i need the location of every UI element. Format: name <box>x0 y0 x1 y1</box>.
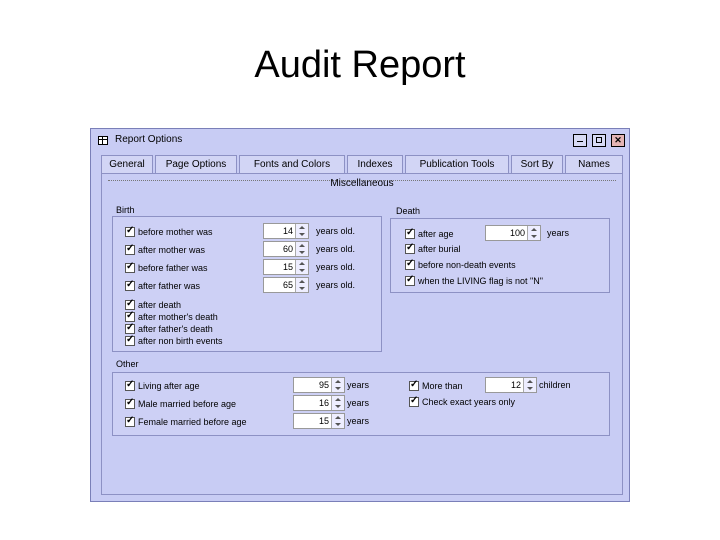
spinner-arrows-icon[interactable] <box>331 414 344 428</box>
before-mother-value: 14 <box>282 226 293 236</box>
before-non-death-events-checkbox[interactable] <box>405 258 415 270</box>
before-mother-spinner[interactable]: 14 <box>263 223 309 239</box>
tab-indexes[interactable]: Indexes <box>347 155 403 173</box>
window-title: Report Options <box>115 134 183 145</box>
other-group-label: Other <box>116 359 139 369</box>
spinner-arrows-icon[interactable] <box>331 396 344 410</box>
other-group: Living after age 95 years Male married b… <box>112 372 610 436</box>
panel-title: Miscellaneous <box>330 178 394 189</box>
close-button[interactable]: ✕ <box>611 134 625 147</box>
after-mother-value: 60 <box>282 244 293 254</box>
tab-publication-tools[interactable]: Publication Tools <box>405 155 509 173</box>
after-mother-spinner[interactable]: 60 <box>263 241 309 257</box>
after-age-unit: years <box>547 228 570 238</box>
after-father-unit: years old. <box>316 280 356 290</box>
tab-general[interactable]: General <box>101 155 153 173</box>
after-fathers-death-label: after father's death <box>138 324 213 334</box>
minimize-button[interactable] <box>573 134 587 147</box>
before-father-spinner[interactable]: 15 <box>263 259 309 275</box>
after-mothers-death-label: after mother's death <box>138 312 218 322</box>
before-mother-checkbox[interactable] <box>125 225 135 237</box>
after-mother-label: after mother was <box>138 245 206 255</box>
after-age-spinner[interactable]: 100 <box>485 225 541 241</box>
after-fathers-death-checkbox[interactable] <box>125 322 135 334</box>
more-than-label: More than <box>422 381 463 391</box>
after-burial-label: after burial <box>418 244 461 254</box>
female-married-spinner[interactable]: 15 <box>293 413 345 429</box>
spinner-arrows-icon[interactable] <box>295 224 308 238</box>
living-after-age-label: Living after age <box>138 381 200 391</box>
before-mother-label: before mother was <box>138 227 213 237</box>
after-mother-unit: years old. <box>316 244 356 254</box>
more-than-value: 12 <box>510 380 521 390</box>
title-bar: Report Options ✕ <box>91 129 629 153</box>
after-death-checkbox[interactable] <box>125 298 135 310</box>
female-married-checkbox[interactable] <box>125 415 135 427</box>
before-non-death-events-label: before non-death events <box>418 260 516 270</box>
after-burial-checkbox[interactable] <box>405 242 415 254</box>
female-married-label: Female married before age <box>138 417 247 427</box>
report-options-window: Report Options ✕ General Page Options Fo… <box>90 128 630 502</box>
maximize-button[interactable] <box>592 134 606 147</box>
spinner-arrows-icon[interactable] <box>523 378 536 392</box>
after-age-value: 100 <box>509 228 525 238</box>
tab-page-options[interactable]: Page Options <box>155 155 237 173</box>
living-after-age-value: 95 <box>318 380 329 390</box>
spinner-arrows-icon[interactable] <box>331 378 344 392</box>
after-mothers-death-checkbox[interactable] <box>125 310 135 322</box>
before-father-label: before father was <box>138 263 208 273</box>
male-married-spinner[interactable]: 16 <box>293 395 345 411</box>
tab-names[interactable]: Names <box>565 155 623 173</box>
spinner-arrows-icon[interactable] <box>527 226 540 240</box>
living-after-age-spinner[interactable]: 95 <box>293 377 345 393</box>
living-flag-checkbox[interactable] <box>405 274 415 286</box>
more-than-unit: children <box>539 380 571 390</box>
before-mother-unit: years old. <box>316 226 356 236</box>
after-father-label: after father was <box>138 281 201 291</box>
tab-fonts-and-colors[interactable]: Fonts and Colors <box>239 155 345 173</box>
miscellaneous-panel: Miscellaneous Birth before mother was 14… <box>101 173 623 495</box>
before-father-unit: years old. <box>316 262 356 272</box>
after-non-birth-events-label: after non birth events <box>138 336 223 346</box>
birth-group-label: Birth <box>116 205 135 215</box>
slide-title: Audit Report <box>254 44 466 86</box>
female-married-unit: years <box>347 416 370 426</box>
birth-group: before mother was 14 years old. after mo… <box>112 216 382 352</box>
after-mother-checkbox[interactable] <box>125 243 135 255</box>
after-age-checkbox[interactable] <box>405 227 415 239</box>
male-married-value: 16 <box>318 398 329 408</box>
spinner-arrows-icon[interactable] <box>295 278 308 292</box>
male-married-unit: years <box>347 398 370 408</box>
more-than-spinner[interactable]: 12 <box>485 377 537 393</box>
after-father-value: 65 <box>282 280 293 290</box>
male-married-label: Male married before age <box>138 399 237 409</box>
spinner-arrows-icon[interactable] <box>295 260 308 274</box>
check-exact-years-label: Check exact years only <box>422 397 516 407</box>
female-married-value: 15 <box>318 416 329 426</box>
spinner-arrows-icon[interactable] <box>295 242 308 256</box>
death-group: after age 100 years after burial before … <box>390 218 610 293</box>
living-after-age-unit: years <box>347 380 370 390</box>
tab-sort-by[interactable]: Sort By <box>511 155 563 173</box>
after-father-checkbox[interactable] <box>125 279 135 291</box>
before-father-checkbox[interactable] <box>125 261 135 273</box>
after-death-label: after death <box>138 300 182 310</box>
death-group-label: Death <box>396 206 421 216</box>
living-after-age-checkbox[interactable] <box>125 379 135 391</box>
check-exact-years-checkbox[interactable] <box>409 395 419 407</box>
after-non-birth-events-checkbox[interactable] <box>125 334 135 346</box>
before-father-value: 15 <box>282 262 293 272</box>
living-flag-label: when the LIVING flag is not "N" <box>418 276 543 286</box>
after-father-spinner[interactable]: 65 <box>263 277 309 293</box>
male-married-checkbox[interactable] <box>125 397 135 409</box>
more-than-checkbox[interactable] <box>409 379 419 391</box>
after-age-label: after age <box>418 229 454 239</box>
app-icon <box>98 136 108 145</box>
